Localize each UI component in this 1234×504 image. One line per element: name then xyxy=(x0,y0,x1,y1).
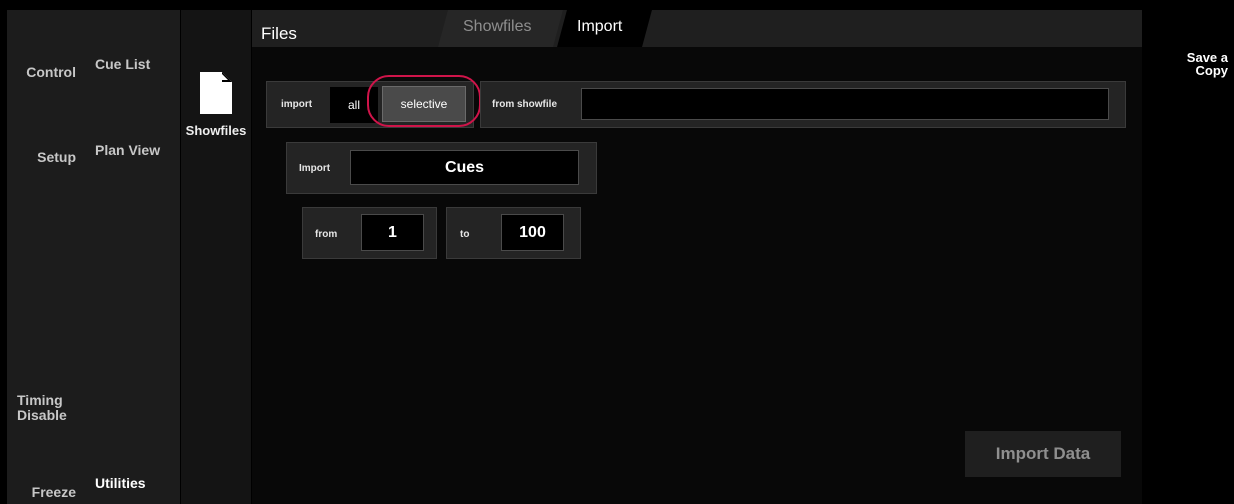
nav-freeze[interactable]: Freeze xyxy=(14,485,76,500)
nav-cue-list[interactable]: Cue List xyxy=(95,57,150,72)
nav-disable-label: Disable xyxy=(17,407,67,423)
range-from-label: from xyxy=(315,229,338,240)
nav-control[interactable]: Control xyxy=(14,65,76,80)
showfiles-label[interactable]: Showfiles xyxy=(181,123,251,138)
from-showfile-label: from showfile xyxy=(492,99,558,110)
save-copy-button[interactable]: Save a Copy xyxy=(1150,51,1228,77)
range-to-label: to xyxy=(460,229,470,240)
import-data-button[interactable]: Import Data xyxy=(965,431,1121,477)
document-icon[interactable] xyxy=(200,72,232,119)
import-mode-label: import xyxy=(281,99,313,110)
nav-timing-disable[interactable]: Timing Disable xyxy=(17,393,67,423)
import-type-label: Import xyxy=(299,163,331,174)
right-panel xyxy=(1143,10,1234,504)
tab-import-label: Import xyxy=(577,18,623,35)
page-title: Files xyxy=(261,24,297,43)
header-bar xyxy=(252,10,1142,47)
nav-setup[interactable]: Setup xyxy=(14,150,76,165)
nav-plan-view[interactable]: Plan View xyxy=(95,143,160,158)
nav-utilities[interactable]: Utilities xyxy=(95,476,146,491)
nav-timing-label: Timing xyxy=(17,392,63,408)
tab-showfiles-label: Showfiles xyxy=(463,18,532,35)
selection-highlight-ring xyxy=(367,75,481,127)
save-copy-line2: Copy xyxy=(1195,63,1229,78)
from-showfile-field[interactable] xyxy=(581,88,1109,120)
import-type-field[interactable]: Cues xyxy=(350,150,579,185)
range-from-field[interactable]: 1 xyxy=(361,214,424,251)
range-to-field[interactable]: 100 xyxy=(501,214,564,251)
left-navigation xyxy=(7,10,180,504)
